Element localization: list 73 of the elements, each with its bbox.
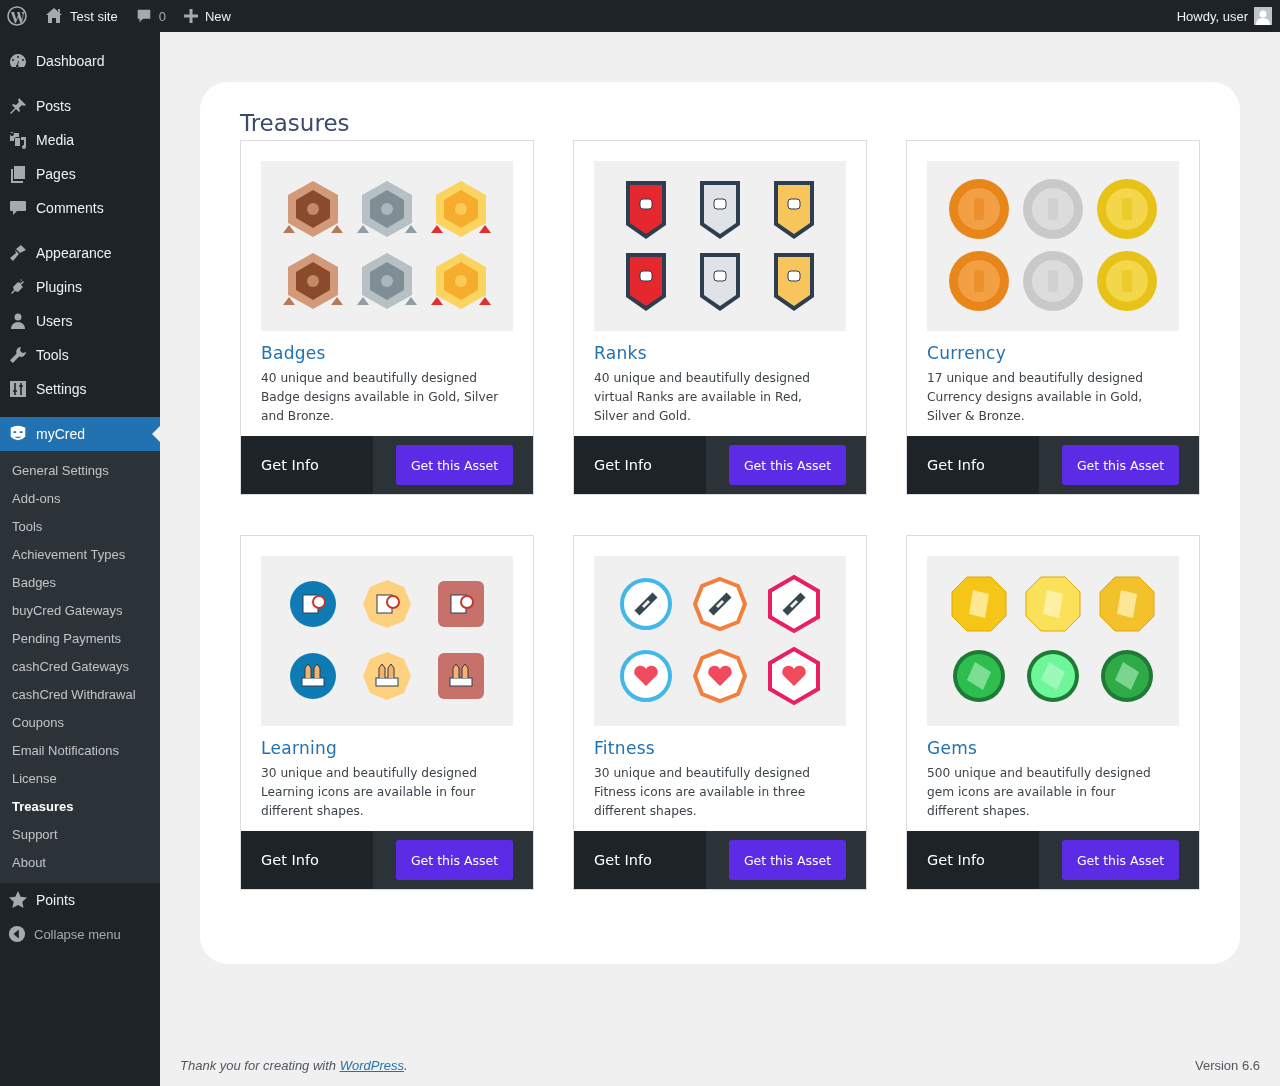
get-asset-button[interactable]: Get this Asset (1062, 840, 1179, 880)
menu-item[interactable]: Dashboard (0, 44, 160, 78)
get-asset-button[interactable]: Get this Asset (729, 445, 846, 485)
submenu-item[interactable]: About (0, 849, 160, 877)
menu-item[interactable]: Comments (0, 191, 160, 225)
menu-item[interactable]: Pages (0, 157, 160, 191)
page-title: Treasures (240, 110, 351, 136)
submenu-item[interactable]: cashCred Withdrawal (0, 681, 160, 709)
submenu-item[interactable]: Treasures (0, 793, 160, 821)
get-info-link[interactable]: Get Info (241, 436, 373, 494)
plus-icon[interactable] (182, 8, 199, 24)
pin-icon (8, 96, 28, 116)
wordpress-logo-icon[interactable] (7, 6, 27, 26)
paintbrush-icon (8, 243, 28, 263)
get-info-link[interactable]: Get Info (907, 436, 1039, 494)
card-title: Gems (927, 738, 979, 758)
menu-item[interactable]: Posts (0, 89, 160, 123)
get-info-link[interactable]: Get Info (241, 831, 373, 889)
submenu-item[interactable]: Support (0, 821, 160, 849)
speech-bubble-icon (8, 198, 28, 218)
star-icon (8, 890, 28, 910)
card-description: 500 unique and beautifully designed gem icons are available in four different shapes. (927, 765, 1152, 820)
menu-item[interactable]: Points (0, 883, 160, 917)
menu-item[interactable]: Users (0, 304, 160, 338)
submenu-item[interactable]: Add-ons (0, 485, 160, 513)
menu-item[interactable]: Settings (0, 372, 160, 406)
get-asset-button[interactable]: Get this Asset (396, 445, 513, 485)
card-description: 40 unique and beautifully designed Badge designs available in Gold, Silver and Bronze. (261, 370, 500, 425)
get-info-link[interactable]: Get Info (907, 831, 1039, 889)
card-title: Fitness (594, 738, 656, 758)
card-title: Currency (927, 343, 1007, 363)
collapse-menu-button[interactable]: Collapse menu (0, 917, 160, 951)
wordpress-link[interactable]: WordPress (339, 1058, 404, 1073)
version-text: Version 6.6 (1194, 1058, 1260, 1073)
submenu-item[interactable]: cashCred Gateways (0, 653, 160, 681)
get-asset-button[interactable]: Get this Asset (396, 840, 513, 880)
card-description: 17 unique and beautifully designed Currency designs available in Gold, Silver & Bronze. (927, 370, 1144, 425)
submenu-item[interactable]: Tools (0, 513, 160, 541)
card-title: Ranks (594, 343, 648, 363)
comment-count[interactable]: 0 (158, 8, 166, 24)
wrench-icon (8, 345, 28, 365)
submenu-item[interactable]: General Settings (0, 457, 160, 485)
get-info-link[interactable]: Get Info (574, 436, 706, 494)
menu-item[interactable]: Plugins (0, 270, 160, 304)
submenu-item[interactable]: License (0, 765, 160, 793)
sliders-icon (8, 379, 28, 399)
get-info-link[interactable]: Get Info (574, 831, 706, 889)
menu-item[interactable]: Tools (0, 338, 160, 372)
site-name-link[interactable]: Test site (70, 8, 118, 24)
get-asset-button[interactable]: Get this Asset (1062, 445, 1179, 485)
left-arrow-circle-icon (8, 925, 26, 943)
submenu-item[interactable]: Pending Payments (0, 625, 160, 653)
greeting-text[interactable]: Howdy, user (1176, 8, 1248, 24)
submenu-item[interactable]: Badges (0, 569, 160, 597)
pages-icon (8, 164, 28, 184)
card-description: 40 unique and beautifully designed virtual Ranks are available in Red, Silver and Gold. (594, 370, 811, 425)
submenu-item[interactable]: Coupons (0, 709, 160, 737)
card-title: Badges (261, 343, 327, 363)
menu-item[interactable]: Media (0, 123, 160, 157)
menu-item[interactable]: Appearance (0, 236, 160, 270)
new-link[interactable]: New (204, 8, 231, 24)
card-description: 30 unique and beautifully designed Fitness icons are available in three different shapes. (594, 765, 811, 820)
media-icon (8, 130, 28, 150)
submenu-item[interactable]: Email Notifications (0, 737, 160, 765)
footer-thanks-text: Thank you for creating with WordPress. (180, 1058, 408, 1073)
user-icon (8, 311, 28, 331)
home-icon[interactable] (44, 6, 64, 26)
submenu-item[interactable]: buyCred Gateways (0, 597, 160, 625)
menu-item[interactable]: myCred (0, 417, 160, 451)
submenu-item[interactable]: Achievement Types (0, 541, 160, 569)
card-title: Learning (261, 738, 339, 758)
card-description: 30 unique and beautifully designed Learning icons are available in four different shapes. (261, 765, 478, 820)
get-asset-button[interactable]: Get this Asset (729, 840, 846, 880)
